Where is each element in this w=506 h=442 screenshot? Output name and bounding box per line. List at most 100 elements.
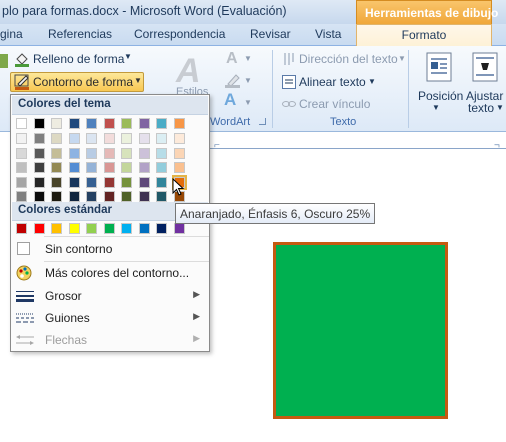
text-direction-button[interactable]: Dirección del texto bbox=[299, 52, 398, 66]
theme-color-swatch[interactable] bbox=[103, 176, 115, 188]
standard-color-swatch[interactable] bbox=[173, 223, 185, 234]
theme-color-swatch[interactable] bbox=[86, 118, 97, 129]
theme-color-swatch[interactable] bbox=[51, 133, 62, 144]
shape-fill-button[interactable]: Relleno de forma bbox=[33, 52, 124, 66]
theme-color-swatch[interactable] bbox=[33, 162, 45, 173]
theme-color-swatch[interactable] bbox=[138, 176, 150, 188]
partial-shape-icon bbox=[0, 54, 8, 68]
theme-color-swatch[interactable] bbox=[138, 162, 150, 173]
theme-color-swatch[interactable] bbox=[68, 147, 80, 159]
tab-format[interactable]: Formato bbox=[356, 24, 492, 47]
theme-color-swatch[interactable] bbox=[16, 118, 27, 129]
theme-color-swatch[interactable] bbox=[86, 176, 97, 188]
theme-color-swatch[interactable] bbox=[121, 133, 132, 144]
tab-mailings[interactable]: Correspondencia bbox=[134, 27, 225, 41]
theme-color-swatch[interactable] bbox=[138, 133, 150, 144]
standard-color-swatch[interactable] bbox=[33, 223, 45, 234]
theme-color-swatch[interactable] bbox=[86, 162, 97, 173]
theme-color-swatch[interactable] bbox=[51, 191, 62, 202]
theme-color-swatch[interactable] bbox=[16, 162, 27, 173]
theme-color-swatch[interactable] bbox=[156, 191, 167, 202]
theme-color-swatch[interactable] bbox=[138, 147, 150, 159]
theme-color-swatch[interactable] bbox=[121, 118, 132, 129]
text-direction-dropdown-icon[interactable]: ▼ bbox=[398, 54, 406, 63]
theme-color-swatch[interactable] bbox=[156, 118, 167, 129]
theme-color-swatch[interactable] bbox=[51, 162, 62, 173]
text-outline-icon[interactable] bbox=[224, 72, 242, 88]
wrap-text-label-2[interactable]: texto bbox=[468, 101, 494, 115]
theme-color-swatch[interactable] bbox=[68, 191, 80, 202]
standard-color-swatch[interactable] bbox=[68, 223, 80, 234]
theme-color-swatch[interactable] bbox=[33, 118, 45, 129]
theme-color-swatch[interactable] bbox=[156, 176, 167, 188]
more-colors-item[interactable]: Más colores del contorno... bbox=[12, 262, 208, 284]
theme-color-swatch[interactable] bbox=[86, 133, 97, 144]
no-outline-item[interactable]: Sin contorno bbox=[12, 238, 208, 260]
theme-color-swatch[interactable] bbox=[16, 176, 27, 188]
theme-color-swatch[interactable] bbox=[156, 147, 167, 159]
wrap-text-dropdown-icon[interactable]: ▼ bbox=[496, 103, 504, 112]
tab-review[interactable]: Revisar bbox=[250, 27, 291, 41]
theme-color-swatch[interactable] bbox=[86, 147, 97, 159]
standard-color-swatch[interactable] bbox=[16, 223, 27, 234]
theme-color-swatch[interactable] bbox=[103, 133, 115, 144]
weight-item[interactable]: Grosor ▶ bbox=[12, 285, 208, 307]
theme-color-swatch[interactable] bbox=[16, 191, 27, 202]
theme-color-swatch[interactable] bbox=[33, 191, 45, 202]
theme-color-swatch[interactable] bbox=[173, 133, 185, 144]
dialog-launcher-icon[interactable] bbox=[259, 118, 266, 125]
theme-color-swatch[interactable] bbox=[173, 162, 185, 173]
theme-color-swatch[interactable] bbox=[33, 133, 45, 144]
standard-color-swatch[interactable] bbox=[103, 223, 115, 234]
shape-outline-dropdown-icon[interactable]: ▼ bbox=[134, 76, 142, 85]
text-fill-icon[interactable]: A bbox=[226, 50, 238, 68]
theme-color-swatch[interactable] bbox=[173, 147, 185, 159]
align-text-dropdown-icon[interactable]: ▼ bbox=[368, 77, 376, 86]
text-effects-icon[interactable]: A bbox=[224, 90, 236, 110]
theme-color-swatch[interactable] bbox=[156, 162, 167, 173]
position-dropdown-icon[interactable]: ▼ bbox=[432, 103, 440, 112]
tab-references[interactable]: Referencias bbox=[48, 27, 112, 41]
standard-color-swatch[interactable] bbox=[138, 223, 150, 234]
theme-color-swatch[interactable] bbox=[86, 191, 97, 202]
theme-color-swatch[interactable] bbox=[51, 118, 62, 129]
theme-color-swatch[interactable] bbox=[16, 147, 27, 159]
position-button[interactable]: Posición bbox=[418, 89, 463, 103]
theme-color-swatch[interactable] bbox=[51, 176, 62, 188]
theme-color-swatch[interactable] bbox=[103, 118, 115, 129]
standard-color-swatch[interactable] bbox=[51, 223, 62, 234]
theme-color-swatch[interactable] bbox=[173, 118, 185, 129]
theme-color-swatch[interactable] bbox=[33, 147, 45, 159]
standard-color-swatch[interactable] bbox=[86, 223, 97, 234]
text-fill-dropdown-icon[interactable]: ▼ bbox=[244, 54, 252, 63]
theme-color-swatch[interactable] bbox=[68, 133, 80, 144]
theme-color-swatch[interactable] bbox=[121, 191, 132, 202]
theme-color-swatch[interactable] bbox=[68, 176, 80, 188]
theme-color-swatch[interactable] bbox=[68, 162, 80, 173]
theme-color-swatch[interactable] bbox=[138, 118, 150, 129]
tab-page-layout[interactable]: gina bbox=[0, 27, 23, 41]
theme-color-swatch[interactable] bbox=[51, 147, 62, 159]
theme-color-swatch[interactable] bbox=[103, 147, 115, 159]
create-link-button[interactable]: Crear vínculo bbox=[299, 97, 370, 111]
text-effects-dropdown-icon[interactable]: ▼ bbox=[244, 98, 252, 107]
standard-color-swatch[interactable] bbox=[156, 223, 167, 234]
theme-color-swatch[interactable] bbox=[33, 176, 45, 188]
tab-view[interactable]: Vista bbox=[315, 27, 341, 41]
theme-color-swatch[interactable] bbox=[121, 147, 132, 159]
theme-color-swatch[interactable] bbox=[138, 191, 150, 202]
theme-color-swatch[interactable] bbox=[156, 133, 167, 144]
theme-color-swatch[interactable] bbox=[16, 133, 27, 144]
theme-color-swatch[interactable] bbox=[121, 176, 132, 188]
theme-color-swatch[interactable] bbox=[103, 191, 115, 202]
align-text-button[interactable]: Alinear texto bbox=[299, 75, 366, 89]
theme-color-swatch[interactable] bbox=[121, 162, 132, 173]
green-rectangle-shape[interactable] bbox=[273, 242, 448, 419]
theme-color-swatch[interactable] bbox=[68, 118, 80, 129]
arrows-item[interactable]: Flechas ▶ bbox=[12, 329, 208, 351]
text-outline-dropdown-icon[interactable]: ▼ bbox=[244, 76, 252, 85]
standard-color-swatch[interactable] bbox=[121, 223, 132, 234]
theme-color-swatch[interactable] bbox=[103, 162, 115, 173]
dashes-item[interactable]: Guiones ▶ bbox=[12, 307, 208, 329]
shape-fill-dropdown-icon[interactable]: ▼ bbox=[124, 52, 132, 61]
